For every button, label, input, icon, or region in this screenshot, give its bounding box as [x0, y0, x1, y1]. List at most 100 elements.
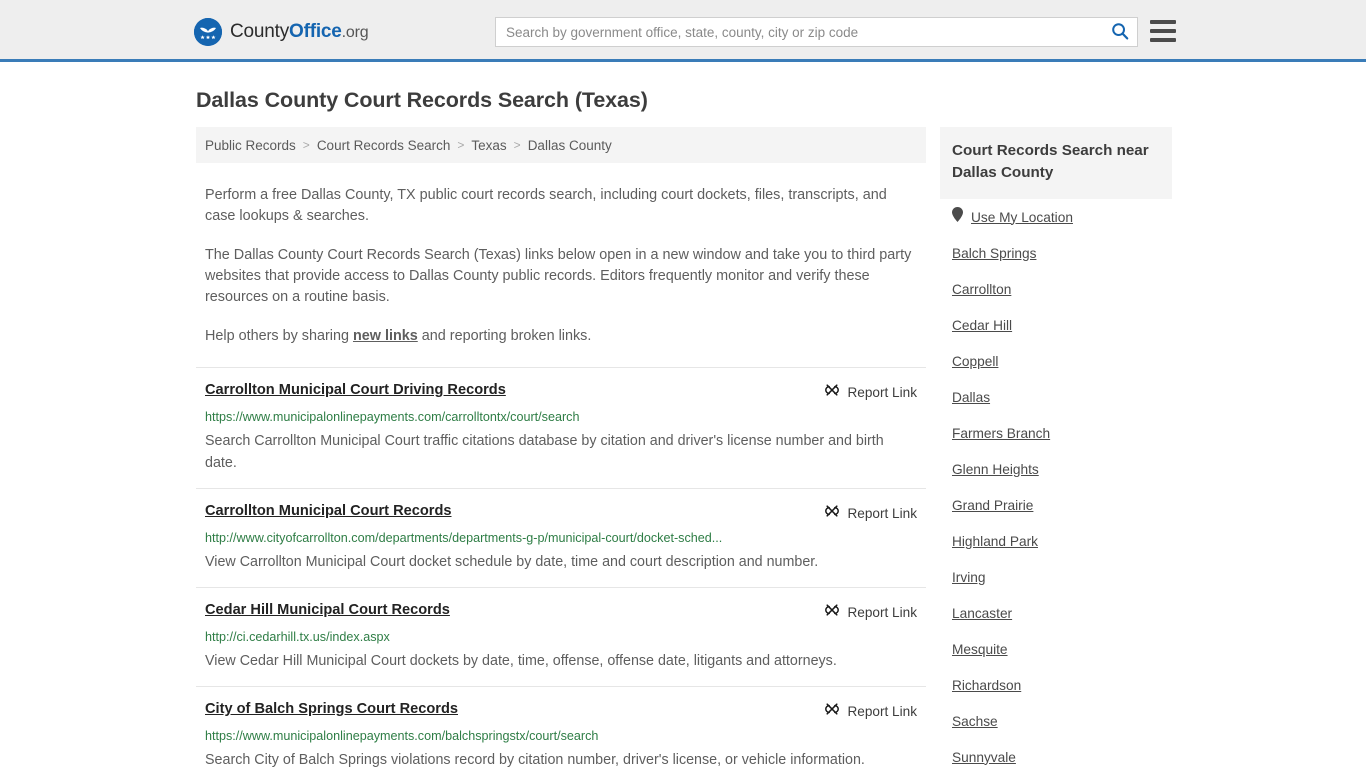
- broken-link-icon: [824, 701, 840, 722]
- sidebar-item-use-my-location[interactable]: Use My Location: [952, 199, 1160, 235]
- sidebar-city-link[interactable]: Glenn Heights: [952, 462, 1039, 477]
- result-url: https://www.municipalonlinepayments.com/…: [205, 729, 599, 743]
- sidebar-city-link[interactable]: Richardson: [952, 678, 1021, 693]
- sidebar-item-irving[interactable]: Irving: [952, 559, 1160, 595]
- report-link-label: Report Link: [847, 605, 917, 620]
- result-header: Carrollton Municipal Court Records Repor…: [205, 502, 917, 524]
- breadcrumb-item-texas[interactable]: Texas: [471, 138, 506, 153]
- result-description: View Carrollton Municipal Court docket s…: [205, 554, 819, 570]
- breadcrumb: Public Records > Court Records Search > …: [196, 127, 926, 163]
- sidebar-city-link[interactable]: Highland Park: [952, 534, 1038, 549]
- site-logo-text: CountyOffice.org: [230, 21, 369, 43]
- result-url: http://ci.cedarhill.tx.us/index.aspx: [205, 630, 390, 644]
- hamburger-menu-icon-bar-3: [1150, 38, 1176, 42]
- result-title-link[interactable]: City of Balch Springs Court Records: [205, 700, 458, 719]
- content-row: Public Records > Court Records Search > …: [196, 127, 1176, 768]
- report-link-label: Report Link: [847, 385, 917, 400]
- broken-link-icon: [824, 382, 840, 403]
- search-button[interactable]: [1103, 18, 1137, 46]
- use-my-location-link[interactable]: Use My Location: [971, 210, 1073, 225]
- intro-paragraph-2: The Dallas County Court Records Search (…: [205, 247, 912, 305]
- sidebar-city-link[interactable]: Mesquite: [952, 642, 1008, 657]
- breadcrumb-item-court-records-search[interactable]: Court Records Search: [317, 138, 451, 153]
- sidebar-item-lancaster[interactable]: Lancaster: [952, 595, 1160, 631]
- result-title-link[interactable]: Carrollton Municipal Court Records: [205, 502, 452, 521]
- main-column: Public Records > Court Records Search > …: [196, 127, 926, 768]
- search-bar: [495, 17, 1138, 47]
- intro-p3-after: and reporting broken links.: [417, 328, 592, 344]
- search-input[interactable]: [496, 18, 1103, 46]
- site-header: CountyOffice.org: [0, 0, 1366, 62]
- sidebar: Court Records Search near Dallas County …: [940, 127, 1172, 768]
- sidebar-item-richardson[interactable]: Richardson: [952, 667, 1160, 703]
- sidebar-city-link[interactable]: Sachse: [952, 714, 998, 729]
- result-url: http://www.cityofcarrollton.com/departme…: [205, 531, 723, 545]
- sidebar-item-mesquite[interactable]: Mesquite: [952, 631, 1160, 667]
- results-list: Carrollton Municipal Court Driving Recor…: [196, 367, 926, 768]
- page-container: Dallas County Court Records Search (Texa…: [0, 88, 1366, 768]
- sidebar-item-carrollton[interactable]: Carrollton: [952, 271, 1160, 307]
- sidebar-item-highland-park[interactable]: Highland Park: [952, 523, 1160, 559]
- sidebar-city-link[interactable]: Coppell: [952, 354, 998, 369]
- sidebar-item-balch-springs[interactable]: Balch Springs: [952, 235, 1160, 271]
- report-link-button[interactable]: Report Link: [824, 503, 917, 524]
- result-item: City of Balch Springs Court Records Repo…: [196, 686, 926, 768]
- hamburger-menu-icon-bar-2: [1150, 29, 1176, 33]
- report-link-button[interactable]: Report Link: [824, 701, 917, 722]
- breadcrumb-item-dallas-county[interactable]: Dallas County: [528, 138, 612, 153]
- site-logo[interactable]: CountyOffice.org: [194, 18, 369, 46]
- breadcrumb-separator: >: [302, 138, 310, 152]
- report-link-button[interactable]: Report Link: [824, 602, 917, 623]
- sidebar-item-cedar-hill[interactable]: Cedar Hill: [952, 307, 1160, 343]
- sidebar-city-link[interactable]: Balch Springs: [952, 246, 1036, 261]
- sidebar-city-list: Use My Location Balch Springs Carrollton…: [940, 199, 1172, 768]
- result-header: Cedar Hill Municipal Court Records Repor…: [205, 601, 917, 623]
- breadcrumb-item-public-records[interactable]: Public Records: [205, 138, 296, 153]
- result-header: Carrollton Municipal Court Driving Recor…: [205, 381, 917, 403]
- hamburger-menu-button[interactable]: [1150, 20, 1176, 42]
- sidebar-item-coppell[interactable]: Coppell: [952, 343, 1160, 379]
- report-link-button[interactable]: Report Link: [824, 382, 917, 403]
- broken-link-icon: [824, 602, 840, 623]
- result-header: City of Balch Springs Court Records Repo…: [205, 700, 917, 722]
- sidebar-city-link[interactable]: Grand Prairie: [952, 498, 1033, 513]
- sidebar-item-farmers-branch[interactable]: Farmers Branch: [952, 415, 1160, 451]
- sidebar-item-glenn-heights[interactable]: Glenn Heights: [952, 451, 1160, 487]
- result-url: https://www.municipalonlinepayments.com/…: [205, 410, 580, 424]
- result-description: Search City of Balch Springs violations …: [205, 752, 865, 768]
- result-item: Carrollton Municipal Court Records Repor…: [196, 488, 926, 587]
- page-title: Dallas County Court Records Search (Texa…: [196, 88, 648, 112]
- intro-paragraph-1: Perform a free Dallas County, TX public …: [205, 187, 887, 224]
- sidebar-city-link[interactable]: Lancaster: [952, 606, 1012, 621]
- eagle-shield-logo-icon: [194, 18, 222, 46]
- result-title-link[interactable]: Cedar Hill Municipal Court Records: [205, 601, 450, 620]
- result-item: Cedar Hill Municipal Court Records Repor…: [196, 587, 926, 686]
- new-links-link[interactable]: new links: [353, 328, 418, 344]
- report-link-label: Report Link: [847, 704, 917, 719]
- sidebar-item-dallas[interactable]: Dallas: [952, 379, 1160, 415]
- sidebar-item-sachse[interactable]: Sachse: [952, 703, 1160, 739]
- sidebar-city-link[interactable]: Cedar Hill: [952, 318, 1012, 333]
- sidebar-item-sunnyvale[interactable]: Sunnyvale: [952, 739, 1160, 768]
- search-icon: [1111, 22, 1129, 43]
- intro-paragraph-3: Help others by sharing new links and rep…: [205, 326, 917, 347]
- sidebar-city-link[interactable]: Dallas: [952, 390, 990, 405]
- logo-text-county: County: [230, 21, 290, 42]
- result-title-link[interactable]: Carrollton Municipal Court Driving Recor…: [205, 381, 506, 400]
- map-pin-icon: [952, 207, 963, 227]
- breadcrumb-separator: >: [513, 138, 521, 152]
- result-item: Carrollton Municipal Court Driving Recor…: [196, 367, 926, 488]
- intro-p3-before: Help others by sharing: [205, 328, 353, 344]
- logo-text-org: .org: [341, 24, 369, 41]
- sidebar-item-grand-prairie[interactable]: Grand Prairie: [952, 487, 1160, 523]
- broken-link-icon: [824, 503, 840, 524]
- sidebar-heading: Court Records Search near Dallas County: [940, 127, 1172, 199]
- sidebar-city-link[interactable]: Irving: [952, 570, 985, 585]
- report-link-label: Report Link: [847, 506, 917, 521]
- sidebar-city-link[interactable]: Sunnyvale: [952, 750, 1016, 765]
- logo-text-office: Office: [289, 21, 342, 42]
- sidebar-city-link[interactable]: Farmers Branch: [952, 426, 1050, 441]
- sidebar-city-link[interactable]: Carrollton: [952, 282, 1011, 297]
- breadcrumb-separator: >: [457, 138, 465, 152]
- result-description: Search Carrollton Municipal Court traffi…: [205, 433, 884, 471]
